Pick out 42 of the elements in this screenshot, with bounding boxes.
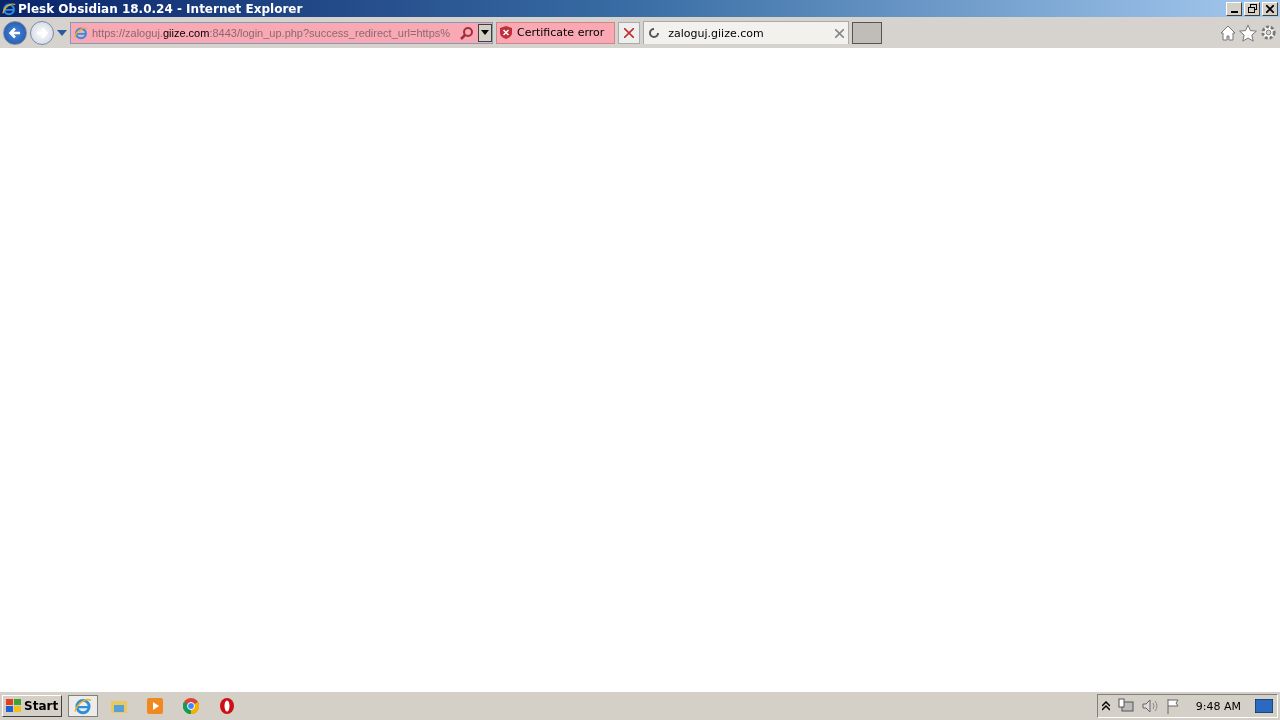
- home-icon[interactable]: [1220, 24, 1236, 41]
- history-dropdown-icon[interactable]: [57, 29, 67, 36]
- browser-tab[interactable]: zaloguj.giize.com: [643, 21, 850, 44]
- folder-icon: [111, 699, 128, 713]
- star-icon[interactable]: [1239, 23, 1257, 42]
- ie-icon: [74, 697, 93, 715]
- forward-arrow-icon: [35, 25, 49, 40]
- address-dropdown-button[interactable]: [478, 23, 492, 42]
- back-button[interactable]: [3, 20, 27, 45]
- network-icon[interactable]: [1117, 698, 1134, 714]
- forward-button[interactable]: [30, 20, 54, 45]
- tab-close-icon[interactable]: [835, 28, 845, 38]
- window-title: Plesk Obsidian 18.0.24 - Internet Explorer: [18, 1, 304, 16]
- caret-icon: [481, 30, 489, 35]
- speaker-icon[interactable]: [1141, 698, 1158, 714]
- media-player-icon: [147, 698, 164, 714]
- close-icon: [624, 27, 635, 38]
- flag-icon[interactable]: [1165, 698, 1182, 714]
- restore-icon: [1247, 4, 1257, 13]
- ie-icon: [2, 1, 16, 16]
- opera-icon: [219, 698, 236, 714]
- chrome-icon: [183, 698, 200, 714]
- clock[interactable]: 9:48 AM: [1195, 699, 1241, 713]
- search-icon: [460, 25, 474, 40]
- back-arrow-icon: [8, 25, 22, 40]
- shield-error-icon: [500, 26, 512, 39]
- close-button[interactable]: [1262, 1, 1278, 16]
- ie-icon: [74, 25, 88, 40]
- start-button[interactable]: Start: [2, 695, 63, 717]
- settings-icon[interactable]: [1260, 24, 1277, 41]
- restore-button[interactable]: [1244, 1, 1260, 16]
- address-field[interactable]: https://zaloguj.giize.com:8443/login_up.php?success_redirect_url=https%: [70, 21, 493, 44]
- taskbar-app[interactable]: [68, 695, 99, 717]
- stop-button[interactable]: [618, 21, 641, 44]
- close-icon: [1266, 4, 1274, 13]
- new-tab-button[interactable]: [852, 21, 883, 44]
- minimize-icon: [1230, 10, 1238, 13]
- windows-logo-icon: [6, 699, 22, 713]
- certificate-error-button[interactable]: Certificate error: [496, 21, 616, 44]
- minimize-button[interactable]: [1226, 1, 1242, 16]
- show-hidden-icons-icon[interactable]: [1101, 701, 1110, 711]
- tab-title: zaloguj.giize.com: [668, 26, 765, 40]
